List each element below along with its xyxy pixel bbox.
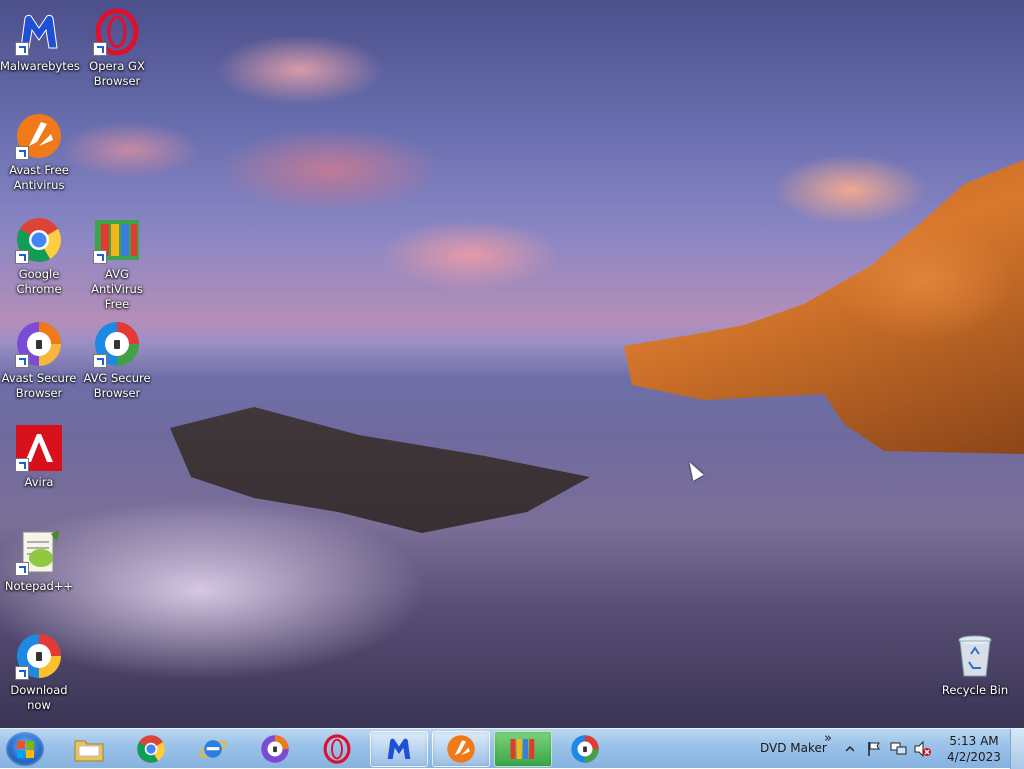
file-explorer-icon bbox=[74, 740, 104, 762]
start-button[interactable] bbox=[6, 732, 44, 766]
desktop-icon-avg-secure-browser[interactable]: AVG Secure Browser bbox=[78, 320, 156, 401]
desktop-icon-download-now[interactable]: Download now bbox=[0, 632, 78, 713]
opera-icon bbox=[323, 734, 351, 764]
desktop-icon-avast-free-antivirus[interactable]: Avast Free Antivirus bbox=[0, 112, 78, 193]
desktop-icon-avast-secure-browser[interactable]: Avast Secure Browser bbox=[0, 320, 78, 401]
chrome-icon bbox=[15, 216, 63, 264]
desktop-icon-avg-antivirus-free[interactable]: AVG AntiVirus Free bbox=[78, 216, 156, 312]
taskbar-avast-secure-browser[interactable] bbox=[246, 731, 304, 767]
chrome-icon bbox=[137, 735, 165, 763]
taskbar-chrome[interactable] bbox=[122, 731, 180, 767]
taskbar-avg-secure-browser[interactable] bbox=[556, 731, 614, 767]
avast-secure-browser-icon bbox=[261, 735, 289, 763]
taskbar-file-explorer[interactable] bbox=[60, 731, 118, 767]
desktop-icon-malwarebytes[interactable]: Malwarebytes bbox=[0, 8, 80, 74]
taskbar-avg[interactable] bbox=[494, 731, 552, 767]
clock-time: 5:13 AM bbox=[949, 734, 999, 748]
volume-muted-icon[interactable] bbox=[914, 741, 932, 757]
desktop-icon-notepadpp[interactable]: Notepad++ bbox=[0, 528, 78, 594]
desktop-icon-google-chrome[interactable]: Google Chrome bbox=[0, 216, 78, 297]
avira-icon bbox=[15, 424, 63, 472]
action-center-flag-icon[interactable] bbox=[866, 741, 882, 757]
avast-icon bbox=[15, 112, 63, 160]
internet-explorer-icon bbox=[199, 740, 227, 758]
avg-antivirus-icon bbox=[93, 216, 141, 264]
malwarebytes-icon bbox=[15, 8, 63, 56]
show-hidden-icons-icon[interactable] bbox=[846, 745, 854, 753]
dvd-maker-toolbar[interactable]: DVD Maker bbox=[760, 741, 827, 755]
taskbar-opera[interactable] bbox=[308, 731, 366, 767]
taskbar-internet-explorer[interactable] bbox=[184, 731, 242, 767]
taskbar-malwarebytes[interactable] bbox=[370, 731, 428, 767]
download-now-icon bbox=[15, 632, 63, 680]
avg-icon bbox=[510, 739, 535, 759]
show-desktop-button[interactable] bbox=[1010, 729, 1024, 769]
desktop-icon-opera-gx[interactable]: Opera GX Browser bbox=[78, 8, 156, 89]
notepadpp-icon bbox=[15, 528, 63, 576]
desktop-icon-avira[interactable]: Avira bbox=[0, 424, 78, 490]
opera-gx-icon bbox=[93, 8, 141, 56]
system-clock[interactable]: 5:13 AM 4/2/2023 bbox=[944, 733, 1004, 765]
avg-secure-browser-icon bbox=[93, 320, 141, 368]
avg-secure-browser-icon bbox=[571, 735, 599, 763]
desktop-icon-recycle-bin[interactable]: Recycle Bin bbox=[936, 632, 1014, 698]
clock-date: 4/2/2023 bbox=[947, 750, 1001, 764]
avast-secure-browser-icon bbox=[15, 320, 63, 368]
avast-icon bbox=[447, 735, 475, 763]
taskbar-avast[interactable] bbox=[432, 731, 490, 767]
malwarebytes-icon bbox=[387, 738, 411, 759]
taskbar: DVD Maker » 5:13 AM 4/2/2023 bbox=[0, 728, 1024, 769]
recycle-bin-icon bbox=[951, 632, 999, 680]
network-icon[interactable] bbox=[890, 741, 908, 757]
toolbar-overflow-chevron[interactable]: » bbox=[824, 731, 832, 746]
